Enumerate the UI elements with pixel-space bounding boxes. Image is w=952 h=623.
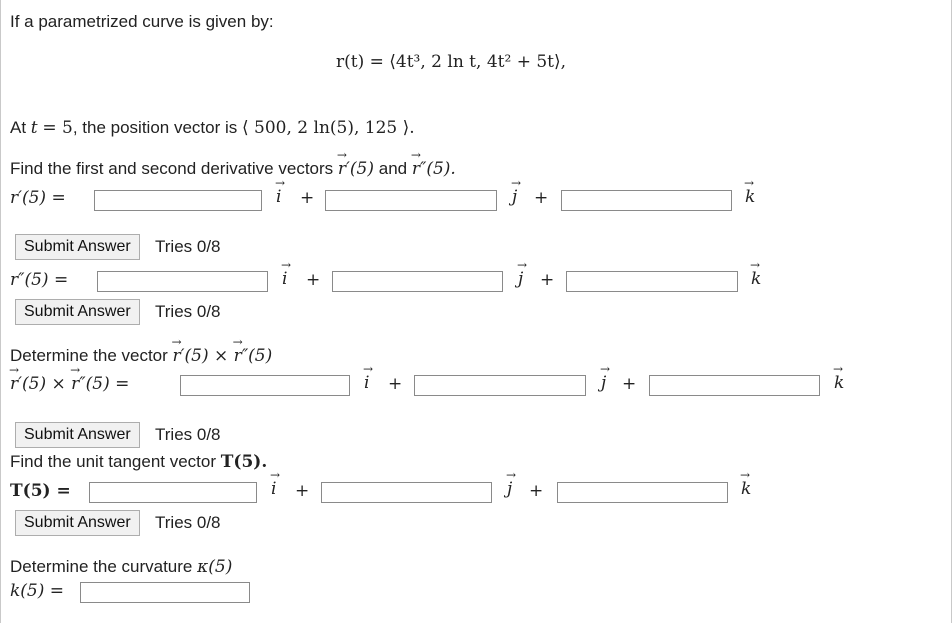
second-derivative-expr: r″(5). (411, 148, 456, 179)
position-var: t (30, 118, 38, 138)
position-eq: = 5 (42, 118, 73, 138)
plus-sign: + (622, 374, 637, 394)
plus-sign: + (540, 270, 555, 290)
submit-button[interactable]: Submit Answer (15, 299, 140, 325)
tries-counter: Tries 0/8 (155, 302, 221, 321)
tangent-k-input[interactable] (557, 482, 728, 503)
j-hat-icon: j (506, 468, 517, 499)
position-prefix: At (10, 118, 27, 137)
submit-button[interactable]: Submit Answer (15, 422, 140, 448)
intro-text: If a parametrized curve is given by: (10, 12, 274, 31)
i-hat-icon: i (270, 468, 281, 499)
i-hat-icon: i (363, 362, 374, 393)
curvature-input[interactable] (80, 582, 250, 603)
second-derivative-j-input[interactable] (332, 271, 503, 292)
plus-sign: + (529, 481, 544, 501)
plus-sign: + (295, 481, 310, 501)
k-hat-icon: k (750, 258, 761, 289)
tangent-i-input[interactable] (89, 482, 257, 503)
position-mid: , the position vector is (72, 118, 238, 137)
first-derivative-expr: r′(5) (337, 148, 374, 179)
cross-j-input[interactable] (414, 375, 586, 396)
tries-counter: Tries 0/8 (155, 237, 221, 256)
second-derivative-k-input[interactable] (566, 271, 738, 292)
derivs-and: and (378, 159, 408, 178)
plus-sign: + (300, 188, 315, 208)
plus-sign: + (388, 374, 403, 394)
curvature-prompt-text: Determine the curvature (10, 557, 193, 576)
second-derivative-label: r″(5) = (10, 270, 69, 290)
curvature-prompt: Determine the curvature κ(5) (10, 557, 232, 577)
tangent-expr: T(5). (220, 452, 268, 472)
cross-prompt-text: Determine the vector (10, 346, 168, 365)
tangent-prompt-text: Find the unit tangent vector (10, 452, 217, 471)
j-hat-icon: j (511, 176, 522, 207)
tangent-j-input[interactable] (321, 482, 492, 503)
derivs-prompt: Find the first and second derivative vec… (10, 148, 456, 179)
position-value: ⟨ 500, 2 ln(5), 125 ⟩. (242, 118, 415, 138)
cross-i-input[interactable] (180, 375, 350, 396)
submit-button[interactable]: Submit Answer (15, 510, 140, 536)
plus-sign: + (534, 188, 549, 208)
cross-prompt: Determine the vector r′(5) × r″(5) (10, 335, 273, 366)
i-hat-icon: i (281, 258, 292, 289)
tangent-prompt: Find the unit tangent vector T(5). (10, 452, 267, 472)
curvature-expr: κ(5) (197, 557, 233, 577)
tries-counter: Tries 0/8 (155, 513, 221, 532)
second-derivative-i-input[interactable] (97, 271, 268, 292)
cross-label: r′(5) × r″(5) = (9, 363, 129, 394)
curve-equation: r(t) = ⟨4t³, 2 ln t, 4t² + 5t⟩, (336, 52, 567, 72)
k-hat-icon: k (740, 468, 751, 499)
first-derivative-j-input[interactable] (325, 190, 497, 211)
j-hat-icon: j (517, 258, 528, 289)
submit-button[interactable]: Submit Answer (15, 234, 140, 260)
i-hat-icon: i (275, 176, 286, 207)
first-derivative-i-input[interactable] (94, 190, 262, 211)
first-derivative-label: r′(5) = (10, 188, 66, 208)
tangent-label: T(5) = (10, 481, 71, 501)
position-line: At t = 5, the position vector is ⟨ 500, … (10, 118, 415, 138)
plus-sign: + (306, 270, 321, 290)
k-hat-icon: k (833, 362, 844, 393)
cross-k-input[interactable] (649, 375, 820, 396)
curvature-label: k(5) = (10, 581, 65, 601)
j-hat-icon: j (600, 362, 611, 393)
problem-frame (0, 0, 952, 623)
first-derivative-k-input[interactable] (561, 190, 732, 211)
cross-expr: r′(5) × r″(5) (172, 335, 273, 366)
tries-counter: Tries 0/8 (155, 425, 221, 444)
k-hat-icon: k (744, 176, 755, 207)
